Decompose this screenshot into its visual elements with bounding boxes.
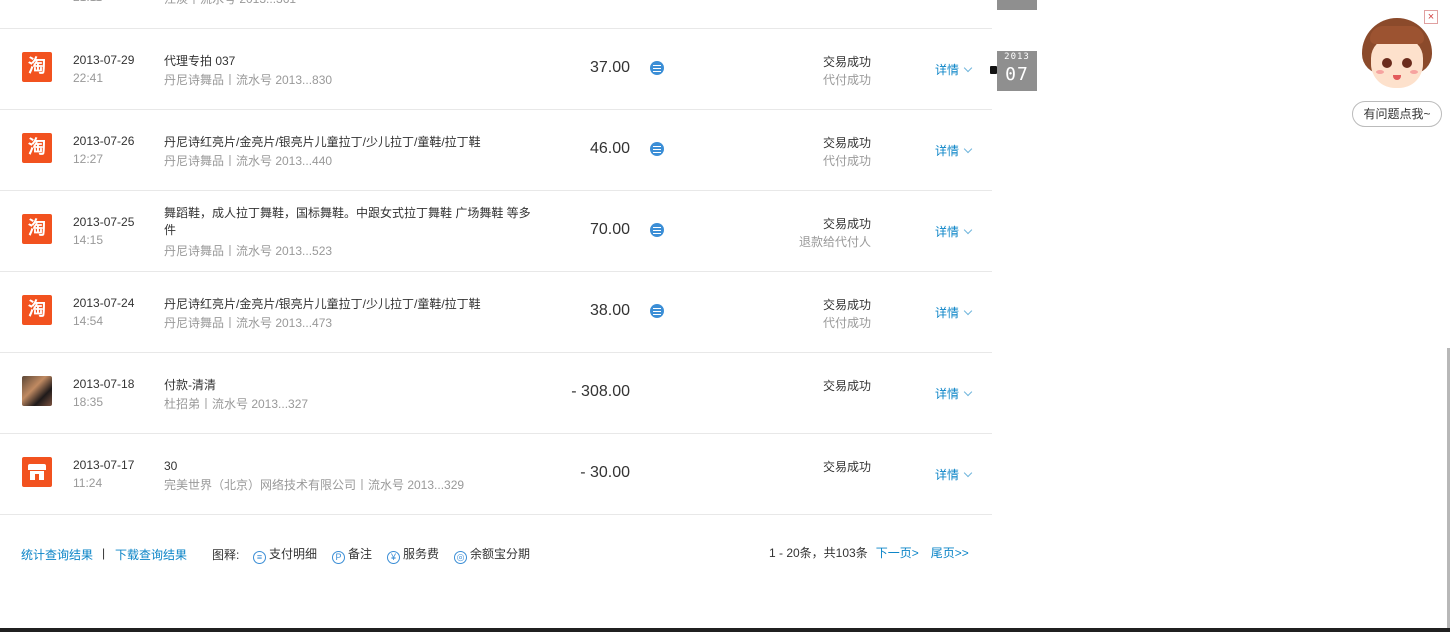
transaction-time: 14:15	[73, 233, 104, 247]
legend-yuebao-installment: ◎ 余额宝分期	[454, 545, 530, 564]
transaction-date: 2013-07-24	[73, 296, 135, 310]
transaction-row: 淘 2013-07-29 22:41 代理专拍 037 丹尼诗舞品丨流水号 2013..…	[0, 29, 992, 110]
detail-link[interactable]: 详情	[935, 61, 973, 78]
transaction-row: 21:11 江淡丨流水号 2013...361	[0, 0, 992, 29]
transaction-status: 交易成功	[822, 460, 871, 474]
transaction-merchant: 丹尼诗舞品丨流水号 2013...440	[164, 154, 333, 168]
transaction-time: 11:24	[73, 476, 103, 490]
transaction-merchant: 杜招弟丨流水号 2013...327	[164, 397, 309, 411]
chevron-down-icon	[963, 144, 973, 154]
transaction-time: 22:41	[73, 71, 104, 85]
taobao-icon: 淘	[22, 133, 52, 163]
transaction-amount: 37.00	[589, 59, 630, 76]
transaction-amount: - 30.00	[580, 464, 630, 481]
transaction-substatus: 代付成功	[822, 154, 871, 168]
transaction-merchant: 完美世界（北京）网络技术有限公司丨流水号 2013...329	[164, 478, 465, 492]
transaction-title: 付款-清清	[164, 378, 216, 392]
transaction-merchant: 江淡丨流水号 2013...361	[164, 0, 296, 7]
pagination: 1 - 20条，共103条 下一页> 尾页>>	[769, 544, 969, 561]
chevron-down-icon	[963, 387, 973, 397]
transaction-date: 2013-07-29	[73, 53, 135, 67]
payment-detail-icon[interactable]	[650, 142, 664, 156]
date-badge-previous[interactable]	[997, 0, 1037, 10]
transaction-title: 丹尼诗红亮片/金亮片/银亮片儿童拉丁/少儿拉丁/童鞋/拉丁鞋	[164, 135, 481, 149]
transaction-amount: - 308.00	[571, 383, 630, 400]
pointer-marker-icon	[990, 66, 997, 74]
stats-query-link[interactable]: 统计查询结果	[21, 546, 93, 563]
detail-link[interactable]: 详情	[935, 223, 973, 240]
transaction-merchant: 丹尼诗舞品丨流水号 2013...473	[164, 316, 333, 330]
payment-detail-icon[interactable]	[650, 223, 664, 237]
taskbar-edge	[0, 628, 1450, 632]
transaction-time: 12:27	[73, 152, 104, 166]
footer-separator: |	[102, 546, 106, 560]
transaction-title: 舞蹈鞋，成人拉丁舞鞋，国标舞鞋。中跟女式拉丁舞鞋 广场舞鞋 等多件	[164, 206, 531, 237]
transaction-row: 淘 2013-07-26 12:27 丹尼诗红亮片/金亮片/银亮片儿童拉丁/少儿拉丁/…	[0, 110, 992, 191]
transaction-date: 2013-07-17	[73, 458, 135, 472]
chevron-down-icon	[963, 468, 973, 478]
transaction-substatus: 退款给代付人	[798, 235, 871, 249]
detail-link[interactable]: 详情	[935, 466, 973, 483]
taobao-icon: 淘	[22, 295, 52, 325]
transaction-title: 丹尼诗红亮片/金亮片/银亮片儿童拉丁/少儿拉丁/童鞋/拉丁鞋	[164, 297, 481, 311]
next-page-link[interactable]: 下一页>	[876, 546, 919, 560]
transaction-date: 2013-07-26	[73, 134, 135, 148]
help-assistant[interactable]: × 有问题点我~	[1350, 8, 1442, 128]
transaction-status: 交易成功	[822, 217, 871, 231]
transaction-row: 淘 2013-07-25 14:15 舞蹈鞋，成人拉丁舞鞋，国标舞鞋。中跟女式拉丁舞鞋…	[0, 191, 992, 272]
list-footer: 统计查询结果 | 下载查询结果 图释: ≡ 支付明细 P 备注 ¥ 服务费 ◎ 余额宝分…	[0, 517, 992, 587]
taobao-icon: 淘	[22, 214, 52, 244]
transaction-amount: 70.00	[589, 221, 630, 238]
avatar-icon	[22, 376, 52, 406]
transaction-time: 14:54	[73, 314, 104, 328]
legend-payment-detail: ≡ 支付明细	[253, 545, 317, 564]
transaction-time: 18:35	[73, 395, 104, 409]
detail-link[interactable]: 详情	[935, 385, 973, 402]
transaction-date: 2013-07-18	[73, 377, 135, 391]
date-badge-month: 07	[1005, 64, 1029, 85]
detail-link[interactable]: 详情	[935, 142, 973, 159]
transaction-status: 交易成功	[822, 379, 871, 393]
transaction-status: 交易成功	[822, 136, 871, 150]
chevron-down-icon	[963, 225, 973, 235]
transaction-amount: 46.00	[589, 140, 630, 157]
transaction-substatus: 代付成功	[822, 316, 871, 330]
transaction-date: 2013-07-25	[73, 215, 135, 229]
date-badge[interactable]: 2013 07	[997, 51, 1037, 91]
payment-detail-icon[interactable]	[650, 61, 664, 75]
payment-detail-icon[interactable]	[650, 304, 664, 318]
chevron-down-icon	[963, 63, 973, 73]
transaction-row: 淘 2013-07-24 14:54 丹尼诗红亮片/金亮片/银亮片儿童拉丁/少儿拉丁/…	[0, 272, 992, 353]
transaction-time: 21:11	[73, 0, 102, 4]
legend-note: P 备注	[332, 545, 372, 564]
transaction-title: 代理专拍 037	[164, 54, 236, 68]
pager-info: 1 - 20条，共103条	[769, 546, 868, 560]
download-query-link[interactable]: 下载查询结果	[115, 546, 187, 563]
transaction-row: 2013-07-17 11:24 30 完美世界（北京）网络技术有限公司丨流水号 20…	[0, 434, 992, 515]
transaction-status: 交易成功	[822, 298, 871, 312]
transaction-substatus: 代付成功	[822, 73, 871, 87]
transaction-amount: 38.00	[589, 302, 630, 319]
taobao-icon: 淘	[22, 52, 52, 82]
help-bubble[interactable]: 有问题点我~	[1352, 101, 1442, 127]
date-badge-year: 2013	[1004, 52, 1030, 62]
yuebao-icon: ◎	[454, 551, 467, 564]
transaction-status: 交易成功	[822, 55, 871, 69]
legend-label: 图释:	[212, 548, 240, 562]
transaction-title: 30	[164, 459, 178, 473]
note-icon: P	[332, 551, 345, 564]
payment-detail-icon: ≡	[253, 551, 266, 564]
detail-link[interactable]: 详情	[935, 304, 973, 321]
last-page-link[interactable]: 尾页>>	[931, 546, 969, 560]
transaction-merchant: 丹尼诗舞品丨流水号 2013...830	[164, 73, 333, 87]
chevron-down-icon	[963, 306, 973, 316]
transaction-merchant: 丹尼诗舞品丨流水号 2013...523	[164, 244, 333, 258]
service-fee-icon: ¥	[387, 551, 400, 564]
transaction-list: 21:11 江淡丨流水号 2013...361 淘 2013-07-29 22:41 代理…	[0, 0, 992, 515]
assistant-girl-icon[interactable]	[1362, 18, 1432, 92]
transaction-row: 2013-07-18 18:35 付款-清清杜招弟丨流水号 2013...327 - …	[0, 353, 992, 434]
shop-icon	[22, 457, 52, 487]
legend-service-fee: ¥ 服务费	[387, 545, 439, 564]
